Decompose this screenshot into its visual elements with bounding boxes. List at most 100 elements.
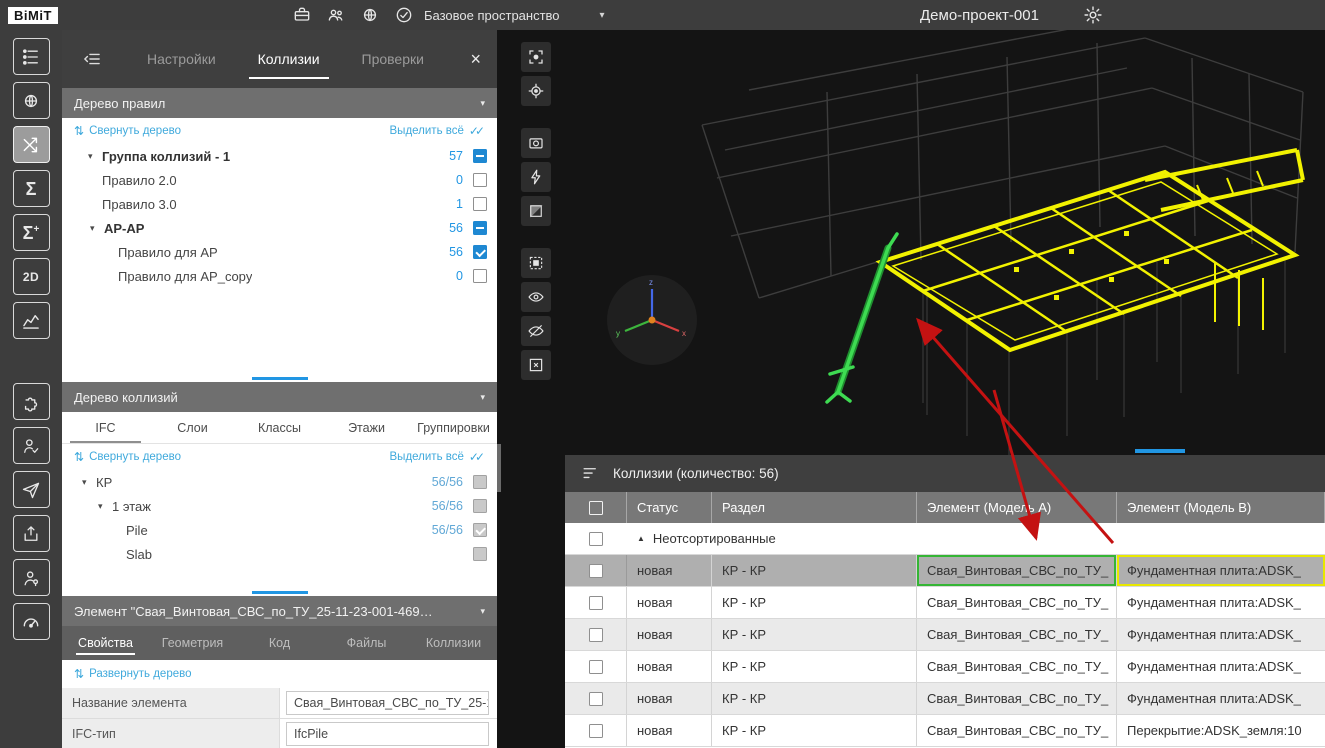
section-header-collision-tree[interactable]: Дерево коллизий ▾ xyxy=(62,382,497,412)
element-a-cell[interactable]: Свая_Винтовая_СВС_по_ТУ_ xyxy=(917,715,1117,746)
checkbox[interactable] xyxy=(473,197,487,211)
scrollbar-indicator[interactable] xyxy=(252,377,308,380)
group-collapse-icon[interactable]: ▲ xyxy=(637,534,645,543)
collision-row[interactable]: новая КР - КР Свая_Винтовая_СВС_по_ТУ_ Ф… xyxy=(565,555,1325,587)
select-all-checkbox[interactable] xyxy=(589,501,603,515)
element-b-cell[interactable]: Фундаментная плита:ADSK_ xyxy=(1117,587,1325,618)
checkbox[interactable] xyxy=(473,475,487,489)
sidebar-approvals-button[interactable] xyxy=(13,427,50,464)
checkbox[interactable] xyxy=(473,547,487,561)
element-a-cell[interactable]: Свая_Винтовая_СВС_по_ТУ_ xyxy=(917,651,1117,682)
tree-row[interactable]: Slab xyxy=(62,542,497,566)
camera-view-button[interactable] xyxy=(521,128,551,158)
check-circle-icon[interactable] xyxy=(393,4,415,26)
navigation-gizmo[interactable]: z x y xyxy=(606,274,698,366)
toolbox-icon[interactable] xyxy=(291,4,313,26)
sidebar-collisions-button[interactable] xyxy=(13,126,50,163)
element-b-cell[interactable]: Фундаментная плита:ADSK_ xyxy=(1117,651,1325,682)
expand-arrow-icon[interactable]: ▾ xyxy=(82,477,96,488)
tree-row[interactable]: Правило для АР 56 xyxy=(62,240,497,264)
checkbox[interactable] xyxy=(473,245,487,259)
show-elements-button[interactable] xyxy=(521,282,551,312)
table-scrollbar-indicator[interactable] xyxy=(1135,449,1185,453)
scrollbar-indicator[interactable] xyxy=(252,591,308,594)
row-checkbox[interactable] xyxy=(589,628,603,642)
element-b-cell[interactable]: Фундаментная плита:ADSK_ xyxy=(1117,555,1325,586)
section-plane-button[interactable] xyxy=(521,162,551,192)
tree-row[interactable]: Pile 56/56 xyxy=(62,518,497,542)
column-header-element-b[interactable]: Элемент (Модель В) xyxy=(1117,492,1325,523)
clear-selection-button[interactable] xyxy=(521,350,551,380)
settings-gear-icon[interactable] xyxy=(1082,4,1104,26)
sidebar-2d-button[interactable]: 2D xyxy=(13,258,50,295)
sidebar-dashboard-button[interactable] xyxy=(13,603,50,640)
sidebar-plugins-button[interactable] xyxy=(13,383,50,420)
expand-arrow-icon[interactable]: ▾ xyxy=(98,501,112,512)
group-row[interactable]: ▲ Неотсортированные xyxy=(565,523,1325,555)
element-b-cell[interactable]: Фундаментная плита:ADSK_ xyxy=(1117,619,1325,650)
section-header-element[interactable]: Элемент "Свая_Винтовая_СВС_по_ТУ_25-11-2… xyxy=(62,596,497,626)
select-all-link[interactable]: Выделить всё✓✓ xyxy=(390,124,485,138)
sidebar-graphs-button[interactable] xyxy=(13,302,50,339)
collision-row[interactable]: новая КР - КР Свая_Винтовая_СВС_по_ТУ_ Ф… xyxy=(565,651,1325,683)
tree-row[interactable]: ▾ 1 этаж 56/56 xyxy=(62,494,497,518)
tab-layers[interactable]: Слои xyxy=(149,412,236,443)
tab-checks[interactable]: Проверки xyxy=(341,30,445,88)
collision-row[interactable]: новая КР - КР Свая_Винтовая_СВС_по_ТУ_ Ф… xyxy=(565,587,1325,619)
worlds-icon[interactable] xyxy=(359,4,381,26)
collision-row[interactable]: новая КР - КР Свая_Винтовая_СВС_по_ТУ_ П… xyxy=(565,715,1325,747)
collision-row[interactable]: новая КР - КР Свая_Винтовая_СВС_по_ТУ_ Ф… xyxy=(565,619,1325,651)
sidebar-spaces-button[interactable] xyxy=(13,82,50,119)
tab-settings[interactable]: Настройки xyxy=(126,30,237,88)
selection-box-button[interactable] xyxy=(521,248,551,278)
tree-row[interactable]: ▾ АР-АР 56 xyxy=(62,216,497,240)
collision-row[interactable]: новая КР - КР Свая_Винтовая_СВС_по_ТУ_ Ф… xyxy=(565,683,1325,715)
checkbox[interactable] xyxy=(473,173,487,187)
column-header-section[interactable]: Раздел xyxy=(712,492,917,523)
close-icon[interactable]: × xyxy=(470,50,481,68)
section-box-button[interactable] xyxy=(521,196,551,226)
section-header-rules-tree[interactable]: Дерево правил ▾ xyxy=(62,88,497,118)
select-all-link[interactable]: Выделить всё✓✓ xyxy=(390,450,485,464)
tree-row[interactable]: Правило 2.0 0 xyxy=(62,168,497,192)
fit-view-button[interactable] xyxy=(521,42,551,72)
row-checkbox[interactable] xyxy=(589,660,603,674)
element-a-cell[interactable]: Свая_Винтовая_СВС_по_ТУ_ xyxy=(917,683,1117,714)
sidebar-sum-button[interactable]: Σ xyxy=(13,170,50,207)
tree-row[interactable]: ▾ КР 56/56 xyxy=(62,470,497,494)
row-checkbox[interactable] xyxy=(589,724,603,738)
tab-code[interactable]: Код xyxy=(236,626,323,660)
tab-collisions[interactable]: Коллизии xyxy=(410,626,497,660)
sidebar-export-button[interactable] xyxy=(13,515,50,552)
sidebar-sum-plus-button[interactable]: Σ+ xyxy=(13,214,50,251)
tab-geometry[interactable]: Геометрия xyxy=(149,626,236,660)
tab-collisions[interactable]: Коллизии xyxy=(237,30,341,88)
highlighted-pile[interactable] xyxy=(827,234,897,402)
tree-row[interactable]: ▾ Группа коллизий - 1 57 xyxy=(62,144,497,168)
tab-properties[interactable]: Свойства xyxy=(62,626,149,660)
column-header-element-a[interactable]: Элемент (Модель А) xyxy=(917,492,1117,523)
focus-selection-button[interactable] xyxy=(521,76,551,106)
checkbox[interactable] xyxy=(473,221,487,235)
column-header-status[interactable]: Статус xyxy=(627,492,712,523)
element-a-cell[interactable]: Свая_Винтовая_СВС_по_ТУ_ xyxy=(917,619,1117,650)
element-a-cell[interactable]: Свая_Винтовая_СВС_по_ТУ_ xyxy=(917,587,1117,618)
users-icon[interactable] xyxy=(325,4,347,26)
tab-files[interactable]: Файлы xyxy=(323,626,410,660)
panel-collapse-icon[interactable] xyxy=(82,49,102,69)
sidebar-send-button[interactable] xyxy=(13,471,50,508)
expand-arrow-icon[interactable]: ▾ xyxy=(88,151,102,162)
tab-classes[interactable]: Классы xyxy=(236,412,323,443)
collapse-tree-link[interactable]: ⇅Свернуть дерево xyxy=(74,125,181,137)
expand-arrow-icon[interactable]: ▾ xyxy=(90,223,104,234)
row-checkbox[interactable] xyxy=(589,692,603,706)
element-b-cell[interactable]: Фундаментная плита:ADSK_ xyxy=(1117,683,1325,714)
hide-elements-button[interactable] xyxy=(521,316,551,346)
workspace-selector[interactable]: Базовое пространство ▾ xyxy=(424,0,605,30)
checkbox[interactable] xyxy=(473,499,487,513)
group-checkbox[interactable] xyxy=(589,532,603,546)
tab-ifc[interactable]: IFC xyxy=(62,412,149,443)
element-b-cell[interactable]: Перекрытие:ADSK_земля:10 xyxy=(1117,715,1325,746)
table-menu-icon[interactable] xyxy=(579,463,601,485)
tab-groupings[interactable]: Группировки xyxy=(410,412,497,443)
